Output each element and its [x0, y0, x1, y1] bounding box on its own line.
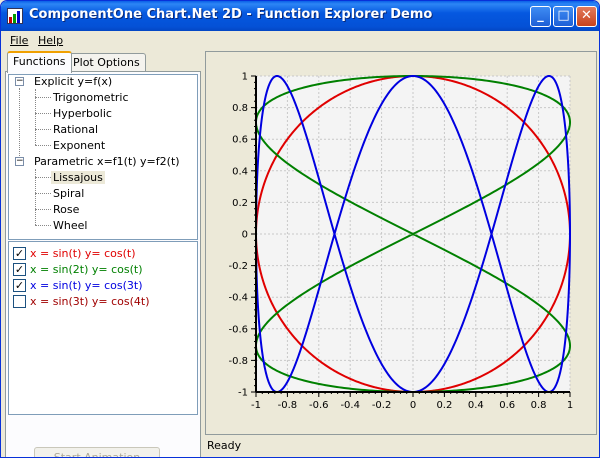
x-tick-label: 0.6 — [499, 400, 515, 411]
x-tick-label: -0.4 — [340, 400, 360, 411]
tree-node-lissajous[interactable]: Lissajous — [51, 171, 105, 184]
x-tick-label: 0.2 — [436, 400, 452, 411]
function-label-1: x = sin(t) y= cos(t) — [30, 247, 136, 260]
collapse-parametric-icon[interactable]: − — [15, 157, 24, 166]
tree-node-trigonometric[interactable]: Trigonometric — [53, 91, 129, 104]
x-tick-label: 0.8 — [531, 400, 547, 411]
y-tick-label: -1 — [238, 388, 248, 399]
function-label-4: x = sin(3t) y= cos(4t) — [30, 295, 150, 308]
menu-file-label: File — [10, 34, 29, 47]
app-icon[interactable] — [7, 8, 23, 24]
function-tree[interactable]: − Explicit y=f(x) Trigonometric Hyperbol… — [8, 74, 198, 240]
menu-file[interactable]: File — [10, 34, 28, 47]
y-tick-label: -0.6 — [228, 324, 248, 335]
checkbox-function-1[interactable]: ✓ — [13, 247, 26, 260]
y-tick-label: -0.4 — [228, 293, 248, 304]
close-button[interactable]: ✕ — [576, 6, 597, 27]
tree-node-exponent[interactable]: Exponent — [53, 139, 105, 152]
y-tick-label: 0.8 — [232, 103, 248, 114]
tree-node-wheel[interactable]: Wheel — [53, 219, 87, 232]
tree-node-rose[interactable]: Rose — [53, 203, 79, 216]
tree-node-hyperbolic[interactable]: Hyperbolic — [53, 107, 112, 120]
functions-tab-page: − Explicit y=f(x) Trigonometric Hyperbol… — [5, 71, 201, 457]
tree-node-rational[interactable]: Rational — [53, 123, 98, 136]
x-tick-label: 1 — [567, 400, 573, 411]
y-tick-label: 1 — [242, 72, 248, 83]
title-bar[interactable]: ComponentOne Chart.Net 2D - Function Exp… — [1, 1, 599, 31]
tab-plot-options[interactable]: Plot Options — [67, 53, 146, 72]
function-checklist: ✓ x = sin(t) y= cos(t) ✓ x = sin(2t) y= … — [8, 241, 198, 415]
collapse-explicit-icon[interactable]: − — [15, 77, 24, 86]
x-tick-label: 0.4 — [468, 400, 484, 411]
y-tick-label: 0 — [242, 230, 248, 241]
left-panel: Functions Plot Options − Explicit y=f(x)… — [5, 51, 201, 457]
chart-panel: -1 -0.8 -0.6 -0.4 -0.2 0 0.2 0.4 0.6 0.8 1 -1 -0.8 -0… — [205, 51, 597, 435]
start-animation-button[interactable]: Start Animation — [34, 447, 160, 457]
function-label-2: x = sin(2t) y= cos(t) — [30, 263, 143, 276]
status-bar: Ready — [205, 435, 597, 455]
tree-node-spiral[interactable]: Spiral — [53, 187, 84, 200]
app-window: ComponentOne Chart.Net 2D - Function Exp… — [0, 0, 600, 458]
minimize-button[interactable]: _ — [530, 6, 551, 27]
window-title: ComponentOne Chart.Net 2D - Function Exp… — [29, 7, 433, 22]
status-text: Ready — [207, 439, 242, 452]
maximize-button[interactable]: □ — [553, 6, 574, 27]
x-tick-label: -0.2 — [372, 400, 392, 411]
y-tick-label: -0.8 — [228, 356, 248, 367]
menu-help[interactable]: Help — [38, 34, 63, 47]
x-tick-label: 0 — [410, 400, 416, 411]
menu-help-label: Help — [38, 34, 64, 47]
tree-node-explicit[interactable]: Explicit y=f(x) — [34, 75, 112, 88]
y-tick-label: -0.2 — [228, 261, 248, 272]
y-tick-label: 0.4 — [232, 166, 248, 177]
tab-functions[interactable]: Functions — [7, 51, 72, 73]
x-tick-label: -0.6 — [309, 400, 329, 411]
checkbox-function-3[interactable]: ✓ — [13, 279, 26, 292]
checkbox-function-4[interactable] — [13, 295, 26, 308]
menu-bar: File Help — [4, 31, 598, 50]
function-label-3: x = sin(t) y= cos(3t) — [30, 279, 143, 292]
x-tick-label: -1 — [251, 400, 261, 411]
checkbox-function-2[interactable]: ✓ — [13, 263, 26, 276]
lissajous-chart[interactable]: -1 -0.8 -0.6 -0.4 -0.2 0 0.2 0.4 0.6 0.8 1 -1 -0.8 -0… — [206, 52, 596, 434]
x-tick-label: -0.8 — [278, 400, 298, 411]
y-tick-label: 0.6 — [232, 135, 248, 146]
y-tick-label: 0.2 — [232, 198, 248, 209]
tree-node-parametric[interactable]: Parametric x=f1(t) y=f2(t) — [34, 155, 180, 168]
